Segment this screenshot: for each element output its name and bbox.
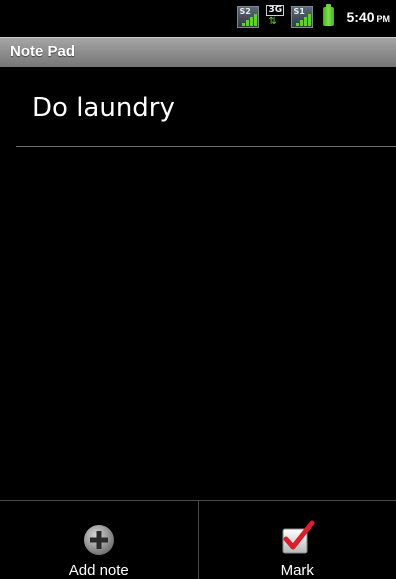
clock-time: 5:40 (346, 8, 375, 25)
signal-icon: S1 (291, 5, 314, 28)
signal-bars (296, 13, 312, 26)
battery-icon (323, 4, 335, 26)
add-note-label: Add note (68, 562, 129, 579)
network-tag: 3G (266, 4, 285, 16)
mark-button[interactable]: Mark (197, 501, 396, 579)
list-item[interactable]: Do laundry (0, 67, 396, 146)
add-note-button[interactable]: Add note (0, 501, 198, 579)
checkmark-icon (282, 520, 315, 554)
signal-bars (242, 13, 258, 26)
add-icon (83, 525, 114, 555)
note-title: Do laundry (32, 93, 175, 123)
list-divider (16, 146, 396, 147)
data-arrows-icon: ⇅ (268, 15, 277, 27)
signal-icon: S2 (237, 5, 260, 28)
app-title: Note Pad (10, 43, 76, 60)
status-bar: S2 3G ⇅ S1 5:40 PM (0, 0, 396, 33)
title-bar: Note Pad (0, 37, 396, 67)
options-menu: Add note Mark (0, 500, 396, 579)
mark-label: Mark (280, 562, 314, 579)
clock-ampm: PM (376, 13, 391, 24)
status-clock: 5:40 PM (346, 9, 390, 25)
phone-screen: S2 3G ⇅ S1 5:40 PM Note Pad Do laundry A… (0, 0, 396, 579)
network-3g-icon: 3G ⇅ (265, 4, 285, 28)
